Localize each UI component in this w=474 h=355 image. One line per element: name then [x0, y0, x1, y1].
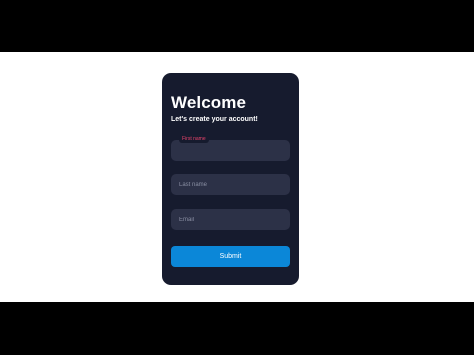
last-name-field: [171, 174, 290, 195]
first-name-label: First name: [179, 136, 209, 143]
first-name-input[interactable]: [171, 140, 290, 161]
email-input[interactable]: [171, 209, 290, 230]
page-background: Welcome Let's create your account! First…: [0, 52, 474, 302]
submit-button[interactable]: Submit: [171, 246, 290, 267]
form-title: Welcome: [171, 93, 247, 112]
first-name-field: First name: [171, 136, 290, 161]
signup-card: Welcome Let's create your account! First…: [162, 73, 299, 285]
last-name-input[interactable]: [171, 174, 290, 195]
form-subtitle: Let's create your account!: [171, 116, 258, 123]
email-field: [171, 209, 290, 230]
